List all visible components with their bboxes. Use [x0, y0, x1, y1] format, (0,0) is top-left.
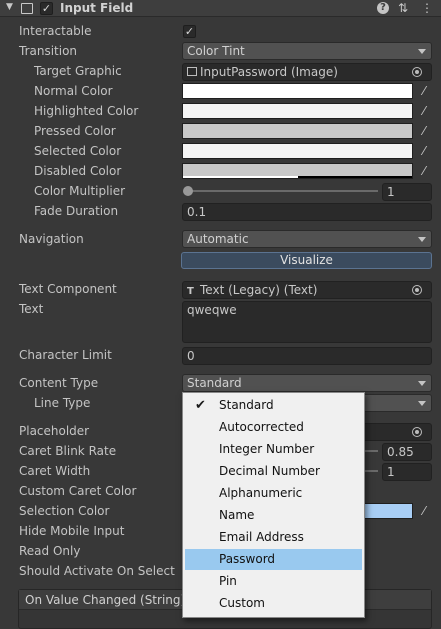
menu-item-pin[interactable]: Pin: [185, 571, 362, 592]
color-multiplier-label: Color Multiplier: [34, 184, 126, 198]
content-type-label: Content Type: [19, 376, 99, 390]
object-picker-icon[interactable]: [412, 427, 422, 437]
interactable-label: Interactable: [19, 24, 92, 38]
component-enabled-checkbox[interactable]: ✓: [40, 2, 53, 15]
eyedropper-icon[interactable]: ⁄: [416, 163, 432, 179]
highlighted-color-label: Highlighted Color: [34, 104, 139, 118]
alpha-bar-empty: [297, 176, 412, 178]
target-graphic-label: Target Graphic: [34, 64, 122, 78]
selected-color-label: Selected Color: [34, 144, 122, 158]
object-picker-icon[interactable]: [412, 67, 422, 77]
eyedropper-icon[interactable]: ⁄: [416, 83, 432, 99]
selected-color-swatch[interactable]: [182, 143, 413, 159]
menu-item-autocorrected[interactable]: Autocorrected: [185, 417, 362, 438]
navigation-value: Automatic: [187, 232, 249, 246]
menu-item-label: Autocorrected: [219, 420, 304, 434]
fade-duration-label: Fade Duration: [34, 204, 119, 218]
disabled-color-label: Disabled Color: [34, 164, 122, 178]
read-only-label: Read Only: [19, 544, 81, 558]
caret-blink-rate-label: Caret Blink Rate: [19, 444, 117, 458]
menu-item-standard[interactable]: ✔ Standard: [185, 395, 362, 416]
alpha-bar: [183, 176, 298, 178]
navigation-label: Navigation: [19, 232, 84, 246]
chevron-down-icon: [418, 237, 426, 242]
transition-dropdown[interactable]: Color Tint: [182, 42, 432, 60]
hide-mobile-input-label: Hide Mobile Input: [19, 524, 125, 538]
image-icon: [187, 67, 197, 76]
color-multiplier-slider-thumb[interactable]: [183, 186, 193, 196]
menu-item-label: Name: [219, 508, 255, 522]
transition-label: Transition: [19, 44, 78, 58]
disabled-color-swatch[interactable]: [182, 163, 413, 179]
content-type-value: Standard: [187, 376, 242, 390]
checkmark-icon: ✔: [195, 398, 206, 413]
caret-blink-rate-field[interactable]: 0.85: [382, 443, 432, 461]
component-icon: [21, 3, 33, 14]
menu-item-label: Custom: [219, 596, 265, 610]
navigation-dropdown[interactable]: Automatic: [182, 230, 432, 248]
component-header: ▼ ✓ Input Field ? ⇅ ⋮: [0, 0, 441, 17]
menu-item-alphanumeric[interactable]: Alphanumeric: [185, 483, 362, 504]
eyedropper-icon[interactable]: ⁄: [416, 143, 432, 159]
menu-item-label: Pin: [219, 574, 237, 588]
line-type-label: Line Type: [34, 396, 91, 410]
chevron-down-icon: [418, 401, 426, 406]
caret-width-field[interactable]: 1: [382, 463, 432, 481]
caret-width-label: Caret Width: [19, 464, 91, 478]
content-type-menu: ✔ Standard Autocorrected Integer Number …: [182, 392, 365, 618]
foldout-arrow-icon[interactable]: ▼: [6, 2, 13, 12]
text-component-field[interactable]: T Text (Legacy) (Text): [182, 281, 432, 299]
menu-item-integer-number[interactable]: Integer Number: [185, 439, 362, 460]
character-limit-field[interactable]: 0: [182, 347, 432, 365]
normal-color-label: Normal Color: [34, 84, 113, 98]
eyedropper-icon[interactable]: ⁄: [416, 123, 432, 139]
menu-item-label: Password: [219, 552, 276, 566]
component-title: Input Field: [60, 1, 134, 15]
target-graphic-field[interactable]: InputPassword (Image): [182, 63, 432, 81]
menu-item-password[interactable]: Password: [185, 549, 362, 570]
pressed-color-swatch[interactable]: [182, 123, 413, 139]
presets-icon[interactable]: ⇅: [398, 1, 408, 15]
menu-item-label: Alphanumeric: [219, 486, 303, 500]
custom-caret-color-label: Custom Caret Color: [19, 484, 137, 498]
eyedropper-icon[interactable]: ⁄: [416, 503, 432, 519]
should-activate-on-select-label: Should Activate On Select: [19, 564, 175, 578]
menu-item-label: Email Address: [219, 530, 304, 544]
menu-item-name[interactable]: Name: [185, 505, 362, 526]
text-label: Text: [19, 302, 44, 316]
chevron-down-icon: [418, 49, 426, 54]
color-multiplier-slider[interactable]: [186, 190, 378, 192]
object-picker-icon[interactable]: [412, 285, 422, 295]
normal-color-swatch[interactable]: [182, 83, 413, 99]
text-area[interactable]: qweqwe: [182, 301, 432, 343]
eyedropper-icon[interactable]: ⁄: [416, 103, 432, 119]
target-graphic-value: InputPassword (Image): [200, 65, 338, 79]
text-component-label: Text Component: [19, 282, 117, 296]
context-menu-icon[interactable]: ⋮: [421, 1, 433, 15]
menu-item-email-address[interactable]: Email Address: [185, 527, 362, 548]
interactable-checkbox[interactable]: ✓: [183, 25, 196, 38]
menu-item-label: Integer Number: [219, 442, 315, 456]
fade-duration-field[interactable]: 0.1: [182, 203, 432, 221]
chevron-down-icon: [418, 381, 426, 386]
menu-item-decimal-number[interactable]: Decimal Number: [185, 461, 362, 482]
color-multiplier-field[interactable]: 1: [382, 183, 432, 201]
selection-color-label: Selection Color: [19, 504, 110, 518]
content-type-dropdown[interactable]: Standard: [182, 374, 432, 392]
character-limit-label: Character Limit: [19, 348, 112, 362]
text-component-value: Text (Legacy) (Text): [200, 283, 318, 297]
menu-item-label: Standard: [219, 398, 274, 412]
highlighted-color-swatch[interactable]: [182, 103, 413, 119]
text-icon: T: [187, 286, 194, 297]
help-icon[interactable]: ?: [377, 2, 389, 14]
placeholder-label: Placeholder: [19, 424, 90, 438]
transition-value: Color Tint: [187, 44, 245, 58]
menu-item-custom[interactable]: Custom: [185, 593, 362, 614]
menu-item-label: Decimal Number: [219, 464, 320, 478]
visualize-button[interactable]: Visualize: [181, 252, 432, 269]
pressed-color-label: Pressed Color: [34, 124, 116, 138]
